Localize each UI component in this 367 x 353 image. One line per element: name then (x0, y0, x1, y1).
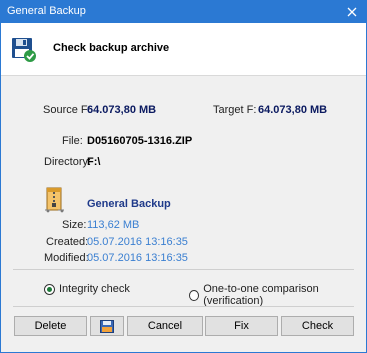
created-label: Created: (46, 236, 89, 248)
cancel-button[interactable]: Cancel (127, 316, 203, 336)
header-panel: Check backup archive (1, 23, 366, 76)
integrity-check-label: Integrity check (59, 283, 130, 295)
file-label: File: (62, 135, 83, 147)
directory-label: Directory: (44, 156, 92, 168)
file-value: D05160705-1316.ZIP (87, 135, 193, 147)
comparison-radio[interactable]: One-to-one comparison (verification) (189, 283, 366, 307)
source-value: 64.073,80 MB (87, 104, 157, 116)
close-icon (347, 7, 357, 17)
save-button[interactable] (90, 316, 124, 336)
floppy-check-icon (11, 37, 37, 66)
comparison-label: One-to-one comparison (verification) (203, 283, 319, 307)
created-value: 05.07.2016 13:16:35 (87, 236, 188, 248)
source-label: Source F: (43, 104, 91, 116)
directory-value: F:\ (87, 156, 101, 168)
window-title: General Backup (7, 5, 86, 17)
archive-zip-icon (44, 187, 66, 216)
modified-value: 05.07.2016 13:16:35 (87, 252, 188, 264)
radio-unselected-indicator (189, 289, 200, 301)
options-separator (13, 269, 354, 270)
buttons-separator (13, 306, 354, 307)
close-button[interactable] (338, 1, 366, 23)
radio-selected-indicator (44, 283, 55, 295)
dialog-window: General Backup Check backup archive Sour… (0, 0, 367, 353)
floppy-icon (100, 320, 114, 333)
modified-label: Modified: (44, 252, 89, 264)
target-value: 64.073,80 MB (258, 104, 328, 116)
size-label: Size: (62, 219, 87, 231)
fix-button[interactable]: Fix (205, 316, 278, 336)
title-bar: General Backup (1, 1, 366, 23)
integrity-check-radio[interactable]: Integrity check (44, 283, 130, 295)
archive-name: General Backup (87, 198, 171, 210)
delete-button[interactable]: Delete (14, 316, 87, 336)
check-button[interactable]: Check (281, 316, 354, 336)
size-value: 113,62 MB (87, 219, 140, 231)
header-title: Check backup archive (53, 42, 170, 54)
target-label: Target F: (213, 104, 257, 116)
